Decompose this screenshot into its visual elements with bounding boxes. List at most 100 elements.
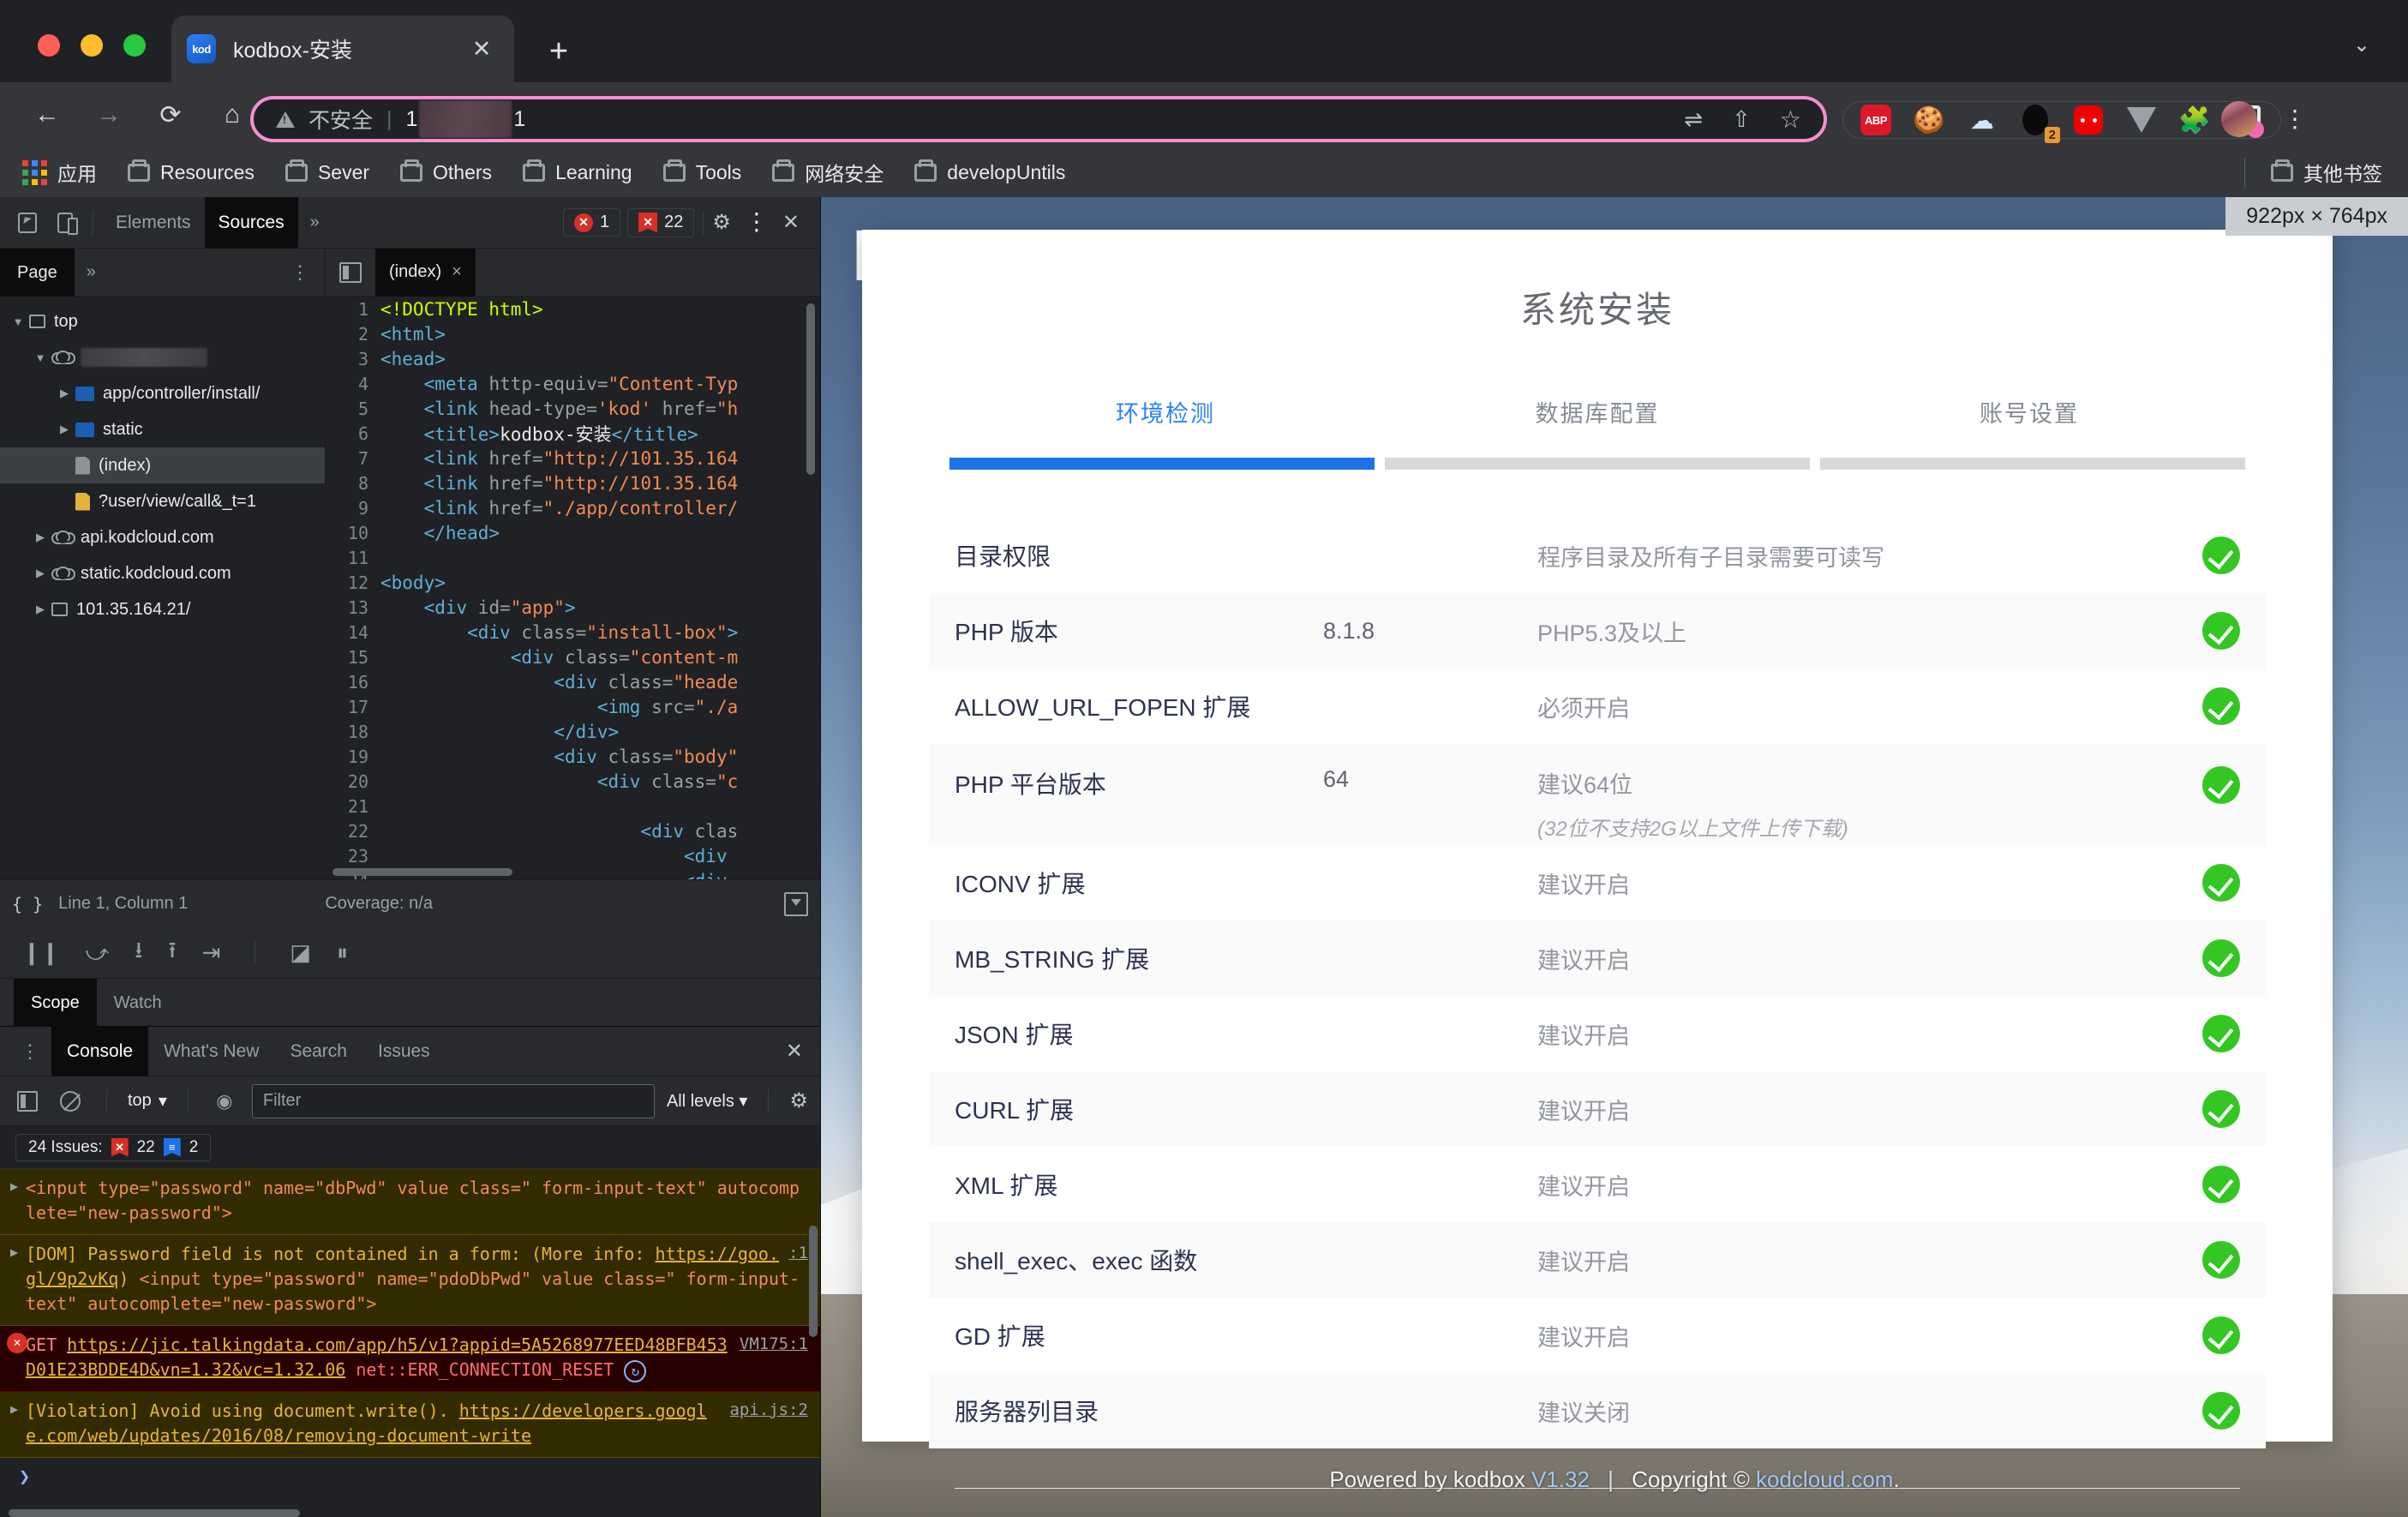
eye-icon[interactable]: ◉	[209, 1086, 240, 1117]
issues-badge[interactable]: 24 Issues: ✕ 22 ≡ 2	[15, 1133, 212, 1161]
twisty-icon[interactable]: ▼	[29, 351, 51, 364]
device-toolbar-icon[interactable]	[46, 204, 84, 242]
twisty-icon[interactable]: ▶	[53, 387, 75, 400]
close-window-button[interactable]	[38, 34, 60, 57]
console-messages[interactable]: ▶ <input type="password" name="dbPwd" val…	[0, 1169, 820, 1517]
tree-node-static[interactable]: ▶ static	[0, 411, 325, 447]
forward-icon[interactable]: →	[86, 92, 132, 138]
red-extension-icon[interactable]	[2073, 105, 2104, 135]
tab-watch[interactable]: Watch	[97, 979, 179, 1027]
sidebar-toggle-icon[interactable]	[12, 1086, 43, 1117]
yaaw-cloud-icon[interactable]: ☁	[1967, 105, 1998, 135]
console-message[interactable]: ✕ VM175:1 GET https://jic.talkingdata.com/…	[0, 1326, 820, 1392]
resume-icon[interactable]: ❙❙	[22, 939, 60, 966]
adblock-plus-icon[interactable]: ABP	[1860, 105, 1891, 135]
kebab-menu-icon[interactable]: ⋮	[9, 1041, 51, 1060]
tab-environment-check[interactable]: 环境检测	[949, 395, 1381, 429]
tab-whats-new[interactable]: What's New	[148, 1027, 274, 1076]
execution-context-selector[interactable]: top ▾	[128, 1090, 167, 1112]
tab-database-config[interactable]: 数据库配置	[1381, 395, 1813, 429]
deactivate-breakpoints-icon[interactable]: ◪	[290, 939, 311, 966]
tab-search[interactable]: Search	[274, 1027, 362, 1076]
kebab-menu-icon[interactable]: ⋮	[275, 262, 325, 281]
gear-icon[interactable]: ⚙	[789, 1088, 808, 1113]
star-icon[interactable]: ☆	[1780, 105, 1801, 134]
step-icon[interactable]: ⇥	[202, 939, 221, 966]
message-source-location[interactable]: VM175:1	[740, 1333, 808, 1357]
console-message[interactable]: ▶:1 [DOM] Password field is not contained…	[0, 1235, 820, 1326]
error-count-badge[interactable]: ✕ 1	[563, 208, 621, 237]
home-icon[interactable]: ⌂	[209, 92, 255, 138]
new-tab-button[interactable]: +	[540, 33, 578, 70]
reissue-request-icon[interactable]: ↻	[624, 1359, 647, 1382]
twisty-icon[interactable]: ▶	[29, 603, 51, 616]
close-icon[interactable]: ✕	[786, 1039, 820, 1064]
console-message[interactable]: ▶ api.js:2 [Violation] Avoid using documen…	[0, 1392, 820, 1458]
pause-on-exceptions-icon[interactable]: ⏸	[337, 939, 348, 967]
tab-account-setup[interactable]: 账号设置	[1813, 395, 2245, 429]
twisty-icon[interactable]: ▼	[7, 315, 29, 328]
puzzle-icon[interactable]: 🧩	[2178, 105, 2210, 135]
tree-node-user-view-call[interactable]: ?user/view/call&_t=1	[0, 483, 325, 519]
tab-elements[interactable]: Elements	[102, 197, 205, 249]
kebab-menu-icon[interactable]: ⋮	[2283, 106, 2307, 130]
bookmark-resources[interactable]: Resources	[128, 159, 255, 184]
jump-to-icon[interactable]	[784, 891, 808, 916]
vue-devtools-icon[interactable]	[2126, 105, 2157, 135]
step-into-icon[interactable]: ⭳	[135, 934, 142, 972]
tab-sources[interactable]: Sources	[204, 197, 298, 249]
tree-node-api-kodcloud[interactable]: ▶ api.kodcloud.com	[0, 519, 325, 555]
minimize-window-button[interactable]	[81, 34, 103, 57]
clear-console-icon[interactable]	[55, 1086, 86, 1117]
more-tabs-icon[interactable]: »	[298, 213, 332, 232]
kebab-menu-icon[interactable]: ⋮	[745, 210, 769, 234]
maximize-window-button[interactable]	[123, 34, 146, 57]
tree-node-app-controller-install[interactable]: ▶ app/controller/install/	[0, 375, 325, 411]
message-source-location[interactable]: :1	[788, 1242, 808, 1266]
share-icon[interactable]: ⇧	[1732, 106, 1751, 133]
reload-icon[interactable]: ⟳	[147, 92, 194, 138]
tree-node-index[interactable]: (index)	[0, 447, 325, 483]
back-icon[interactable]: ←	[24, 92, 70, 138]
bookmark-tools[interactable]: Tools	[662, 159, 741, 184]
tree-node-ip-host[interactable]: ▶ 101.35.164.21/	[0, 591, 325, 627]
avatar[interactable]	[2221, 101, 2257, 137]
kodcloud-link[interactable]: kodcloud.com	[1756, 1466, 1893, 1492]
console-scrollbar[interactable]	[809, 1226, 818, 1337]
chevron-down-icon[interactable]: ⌄	[2353, 33, 2370, 57]
bookmark-learning[interactable]: Learning	[523, 159, 632, 184]
more-navigator-tabs-icon[interactable]: »	[75, 262, 108, 282]
bookmark-network-security[interactable]: 网络安全	[772, 158, 884, 187]
expand-arrow-icon[interactable]: ▶	[10, 1244, 18, 1262]
translate-icon[interactable]: ⇌	[1684, 106, 1703, 133]
step-out-icon[interactable]: ⭱	[168, 934, 176, 972]
toggle-navigator-icon[interactable]	[339, 261, 362, 283]
gear-icon[interactable]: ⚙	[712, 210, 731, 235]
twisty-icon[interactable]: ▶	[29, 567, 51, 580]
editor-horizontal-scrollbar[interactable]	[332, 868, 512, 876]
tree-node-static-kodcloud[interactable]: ▶ static.kodcloud.com	[0, 555, 325, 591]
tab-issues[interactable]: Issues	[362, 1027, 446, 1076]
bookmark-developuntils[interactable]: developUntils	[914, 159, 1065, 184]
twisty-icon[interactable]: ▶	[53, 423, 75, 436]
browser-tab[interactable]: kod kodbox-安装 ✕	[171, 15, 514, 82]
editor-scrollbar[interactable]	[806, 303, 815, 475]
navigator-tab-page[interactable]: Page	[0, 248, 75, 297]
tree-node-top[interactable]: ▼ top	[0, 303, 325, 339]
o-extension-icon[interactable]: 2	[2020, 105, 2060, 143]
address-bar[interactable]: 不安全 | 1 1 ⇌ ⇧ ☆	[250, 96, 1827, 142]
bookmark-others[interactable]: Others	[400, 159, 492, 184]
tab-scope[interactable]: Scope	[14, 978, 97, 1027]
message-source-location[interactable]: api.js:2	[729, 1399, 808, 1423]
close-icon[interactable]: ✕	[782, 210, 800, 235]
editor-tab-index[interactable]: (index) ×	[375, 248, 476, 297]
expand-arrow-icon[interactable]: ▶	[10, 1400, 18, 1419]
console-prompt[interactable]: ❯	[0, 1458, 820, 1496]
tab-console[interactable]: Console	[51, 1026, 149, 1076]
inspect-element-icon[interactable]	[9, 204, 46, 242]
cookie-icon[interactable]: 🍪	[1913, 105, 1944, 135]
step-over-icon[interactable]: ⤻	[86, 939, 110, 967]
tree-node-origin[interactable]: ▼	[0, 339, 325, 375]
close-icon[interactable]: ✕	[464, 32, 499, 66]
other-bookmarks-label[interactable]: 其他书签	[2303, 158, 2382, 187]
